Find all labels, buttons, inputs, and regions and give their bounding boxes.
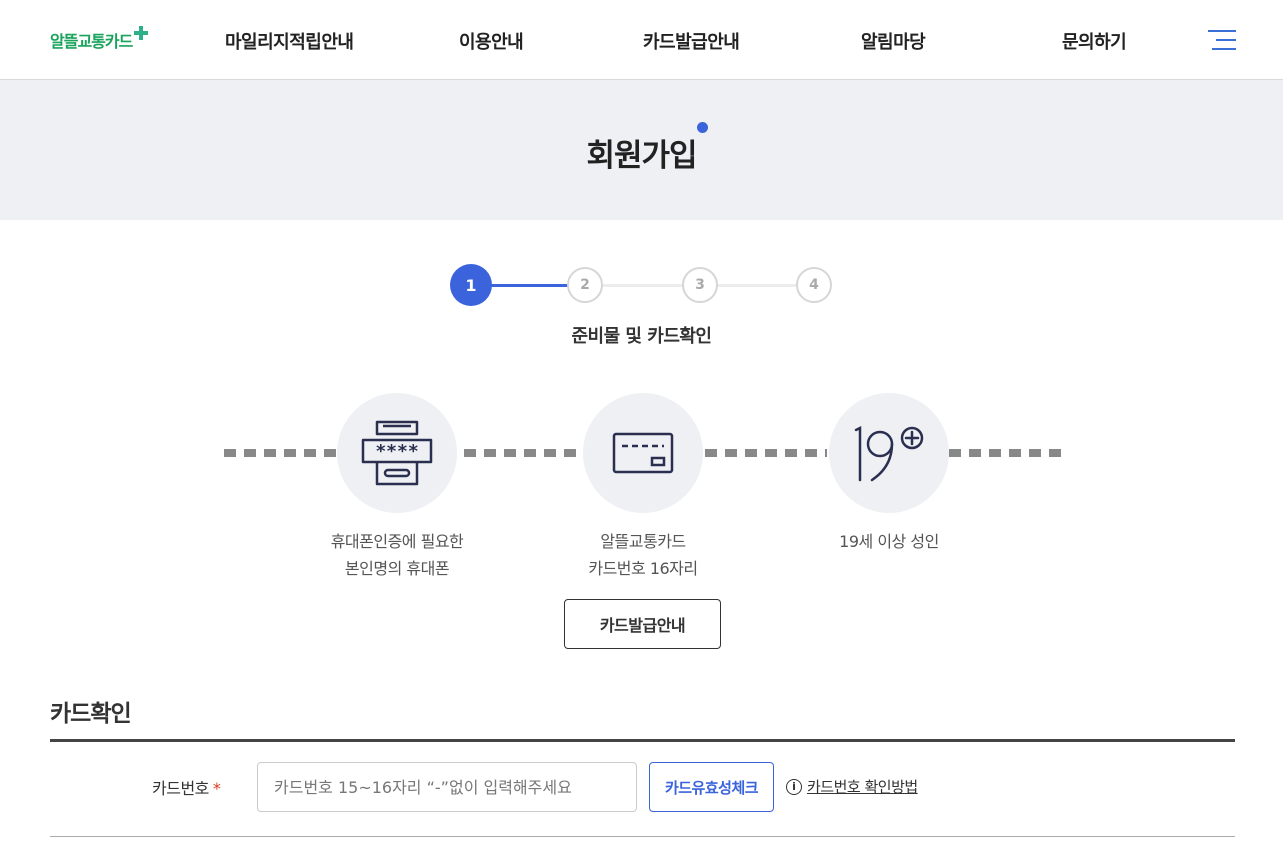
card-number-label-text: 카드번호 xyxy=(152,779,209,798)
page-title-band: 회원가입 xyxy=(0,80,1283,220)
requirement-card-line2: 카드번호 16자리 xyxy=(588,559,698,578)
step-1: 1 xyxy=(450,264,492,306)
step-4: 4 xyxy=(796,267,832,303)
step-2: 2 xyxy=(567,267,603,303)
requirement-phone-line1: 휴대폰인증에 필요한 xyxy=(330,532,464,551)
dotted-divider xyxy=(224,449,337,457)
page-title: 회원가입 xyxy=(586,138,697,174)
step-connector xyxy=(600,284,695,287)
card-number-input[interactable] xyxy=(257,762,637,812)
requirement-phone-text: 휴대폰인증에 필요한 본인명의 휴대폰 xyxy=(277,528,517,582)
card-check-title: 카드확인 xyxy=(50,701,132,727)
nav-item-usage[interactable]: 이용안내 xyxy=(459,28,524,54)
requirement-phone-line2: 본인명의 휴대폰 xyxy=(344,559,450,578)
requirement-card-line1: 알뜰교통카드 xyxy=(600,532,686,551)
howto-link-text: 카드번호 확인방법 xyxy=(807,778,918,796)
nav-item-mileage[interactable]: 마일리지적립안내 xyxy=(225,28,354,54)
info-icon: i xyxy=(786,778,802,795)
requirement-age-line1: 19세 이상 성인 xyxy=(839,532,939,551)
nav-item-inquiry[interactable]: 문의하기 xyxy=(1062,28,1127,54)
step-connector-active xyxy=(480,284,580,287)
requirement-card-text: 알뜰교통카드 카드번호 16자리 xyxy=(523,528,763,582)
hamburger-menu-icon[interactable] xyxy=(1206,28,1236,52)
step-3: 3 xyxy=(682,267,718,303)
card-icon xyxy=(583,393,703,513)
dotted-divider xyxy=(705,449,827,457)
card-issue-guide-button[interactable]: 카드발급안내 xyxy=(564,599,721,649)
card-number-howto-link[interactable]: i 카드번호 확인방법 xyxy=(786,776,918,797)
form-bottom-divider xyxy=(50,836,1235,837)
section-divider xyxy=(50,739,1235,742)
nav-item-notice[interactable]: 알림마당 xyxy=(861,28,926,54)
current-step-label: 준비물 및 카드확인 xyxy=(571,326,712,347)
card-validity-check-button[interactable]: 카드유효성체크 xyxy=(649,762,774,812)
signup-stepper: 1 2 3 4 xyxy=(0,262,1283,312)
required-mark: * xyxy=(212,779,221,798)
dotted-divider xyxy=(464,449,582,457)
title-dot-icon xyxy=(697,122,708,133)
phone-password-icon: **** xyxy=(337,393,457,513)
site-logo[interactable]: 알뜰교통카드 xyxy=(50,22,149,58)
site-header: 알뜰교통카드 마일리지적립안내 이용안내 카드발급안내 알림마당 문의하기 xyxy=(0,0,1283,80)
requirement-age-text: 19세 이상 성인 xyxy=(769,528,1009,555)
nav-item-card-issue[interactable]: 카드발급안내 xyxy=(643,28,740,54)
adult-19-plus-icon xyxy=(829,393,949,513)
dotted-divider xyxy=(949,449,1069,457)
logo-text: 알뜰교통카드 xyxy=(50,32,133,51)
card-number-label: 카드번호 * xyxy=(152,775,221,799)
svg-text:****: **** xyxy=(375,441,418,462)
logo-plus-icon xyxy=(134,26,149,40)
